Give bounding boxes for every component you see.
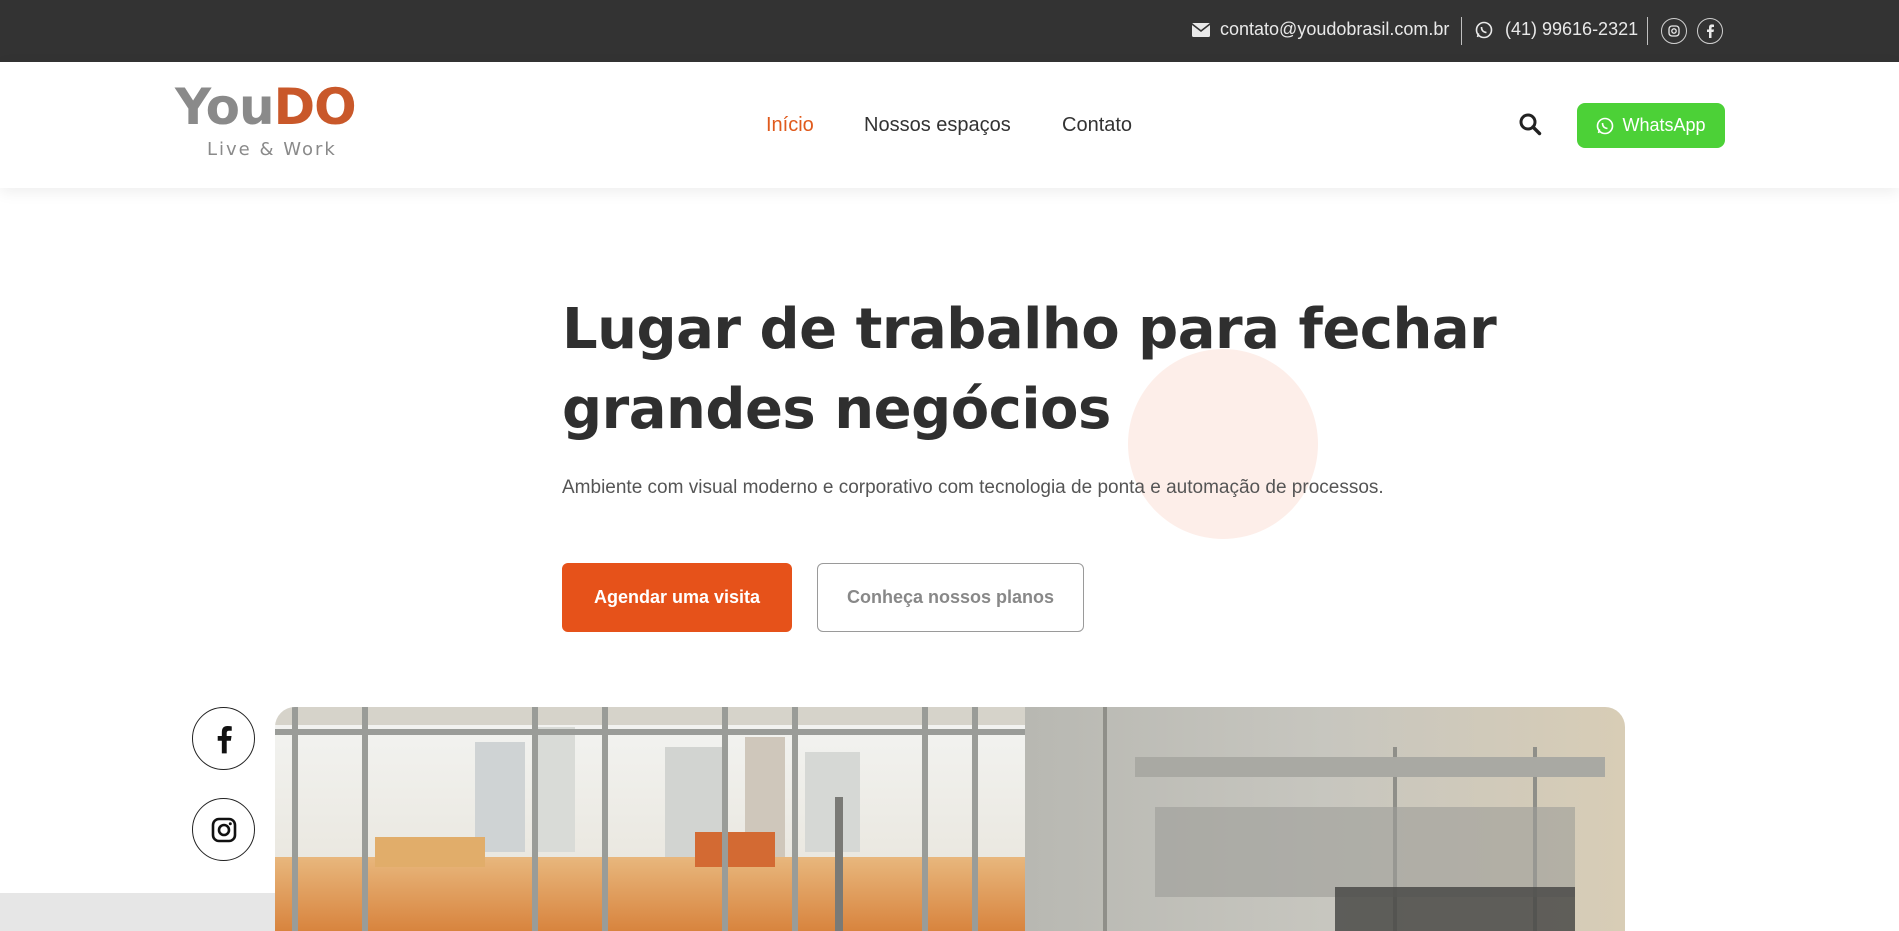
logo-wordmark: YouDO (175, 82, 357, 132)
hero-subtitle: Ambiente com visual moderno e corporativ… (562, 477, 1384, 498)
nav-nossos-espacos[interactable]: Nossos espaços (864, 114, 1011, 137)
logo[interactable]: YouDO Live & Work (175, 82, 375, 162)
envelope-icon (1192, 22, 1210, 37)
topbar-divider (1461, 17, 1462, 45)
whatsapp-button[interactable]: WhatsApp (1577, 103, 1725, 148)
facebook-icon[interactable] (192, 707, 255, 770)
whatsapp-button-label: WhatsApp (1622, 115, 1706, 135)
nav-inicio[interactable]: Início (766, 114, 814, 137)
logo-do: DO (273, 78, 357, 136)
instagram-icon[interactable] (1661, 18, 1687, 44)
whatsapp-icon (1597, 117, 1614, 134)
contact-email[interactable]: contato@youdobrasil.com.br (1192, 19, 1449, 40)
topbar-divider (1647, 17, 1648, 45)
logo-you: You (175, 78, 275, 136)
contact-email-text: contato@youdobrasil.com.br (1220, 19, 1450, 39)
office-photo (275, 707, 1625, 931)
contact-phone-text: (41) 99616-2321 (1505, 19, 1639, 39)
nav-contato[interactable]: Contato (1062, 114, 1132, 137)
facebook-icon[interactable] (1697, 18, 1723, 44)
plans-button[interactable]: Conheça nossos planos (817, 563, 1084, 632)
schedule-visit-button[interactable]: Agendar uma visita (562, 563, 792, 632)
logo-tagline: Live & Work (207, 139, 337, 160)
top-bar: contato@youdobrasil.com.br (41) 99616-23… (0, 0, 1899, 62)
contact-phone[interactable]: (41) 99616-2321 (1475, 19, 1638, 40)
whatsapp-icon (1475, 21, 1493, 38)
section-background-band (0, 893, 280, 931)
search-icon[interactable] (1518, 112, 1544, 138)
main-header: YouDO Live & Work Início Nossos espaços … (0, 62, 1899, 188)
hero-title: Lugar de trabalho para fechar grandes ne… (562, 297, 1497, 442)
instagram-icon[interactable] (192, 798, 255, 861)
